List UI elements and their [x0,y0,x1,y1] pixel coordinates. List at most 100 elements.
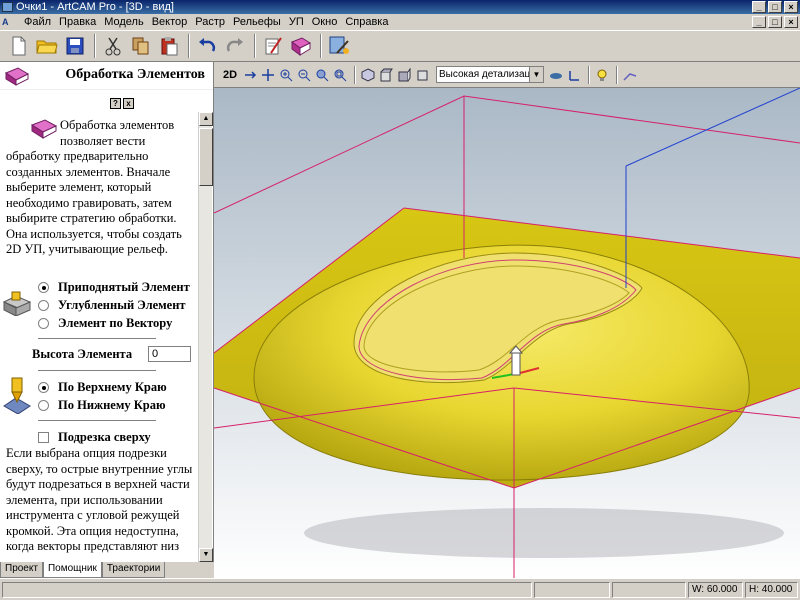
view-front-icon[interactable] [396,66,412,84]
zoom-out-icon[interactable] [296,66,312,84]
menu-file[interactable]: Файл [20,16,55,28]
close-panel-button[interactable]: x [123,98,134,109]
maximize-button[interactable]: □ [768,1,782,13]
option-bottom-edge[interactable]: По Нижнему Краю [38,398,166,413]
detail-level-select[interactable]: Высокая детализация ▼ [436,66,544,83]
view-2d-button[interactable]: 2D [220,66,240,84]
radio-recessed[interactable] [38,300,49,311]
menu-edit[interactable]: Правка [55,16,100,28]
status-bar: W: 60.000 H: 40.000 [0,578,800,600]
rotate-icon[interactable] [242,66,258,84]
relief-shadow [304,508,784,558]
scroll-thumb[interactable] [199,128,213,186]
axes-icon[interactable] [566,66,582,84]
undercut-label: Подрезка сверху [58,430,151,444]
menu-vector[interactable]: Вектор [148,16,192,28]
radio-top-edge[interactable] [38,382,49,393]
menu-model[interactable]: Модель [100,16,147,28]
view-iso-icon[interactable] [360,66,376,84]
option-recessed[interactable]: Углубленный Элемент [38,298,186,313]
panel-book-icon [4,66,30,89]
help-button[interactable]: ? [110,98,121,109]
doc-restore-button[interactable]: □ [768,16,782,28]
menu-bitmap[interactable]: Растр [191,16,229,28]
zoom-fit-icon[interactable] [314,66,330,84]
view-top-icon[interactable] [378,66,394,84]
3d-viewport[interactable] [214,88,800,578]
main-toolbar [0,30,800,62]
cut-icon[interactable] [100,33,126,59]
radio-raised[interactable] [38,282,49,293]
height-label: Высота Элемента [32,347,133,361]
copy-icon[interactable] [128,33,154,59]
toolpath-preview-icon[interactable] [622,66,638,84]
height-row: Высота Элемента [32,347,132,362]
status-pane-1 [534,582,610,598]
assistant-panel: Обработка Элементов Обработка элементов … [0,62,214,578]
raised-element-icon [2,290,32,320]
save-icon[interactable] [62,33,88,59]
shading-icon[interactable] [548,66,564,84]
option-raised[interactable]: Приподнятый Элемент [38,280,190,295]
description-text: Обработка элементов позволяет вести обра… [6,118,196,258]
window-title: Очки1 - ArtCAM Pro - [3D - вид] [16,1,174,13]
option-raised-label: Приподнятый Элемент [58,280,190,294]
chevron-down-icon[interactable]: ▼ [529,67,543,82]
height-input[interactable]: 0 [148,346,191,362]
panel-tabs: Проект Помощник Траектории [0,562,214,578]
tab-assistant[interactable]: Помощник [42,562,102,578]
option-bottom-edge-label: По Нижнему Краю [58,398,166,412]
radio-vector[interactable] [38,318,49,329]
radio-bottom-edge[interactable] [38,400,49,411]
menu-bar: A Файл Правка Модель Вектор Растр Рельеф… [0,14,800,30]
menu-help[interactable]: Справка [341,16,392,28]
detail-level-value: Высокая детализация [439,69,542,80]
tab-toolpaths[interactable]: Траектории [101,562,166,578]
close-button[interactable]: × [784,1,798,13]
doc-minimize-button[interactable]: _ [752,16,766,28]
paste-icon[interactable] [156,33,182,59]
view-side-icon[interactable] [414,66,430,84]
option-top-edge-label: По Верхнему Краю [58,380,167,394]
light-bulb-icon[interactable] [594,66,610,84]
zoom-box-icon[interactable] [332,66,348,84]
divider [38,420,156,422]
option-top-edge[interactable]: По Верхнему Краю [38,380,167,395]
option-vector-label: Элемент по Вектору [58,316,173,330]
doc-close-button[interactable]: × [784,16,798,28]
status-height: H: 40.000 [745,582,798,598]
menu-toolpaths[interactable]: УП [285,16,308,28]
title-bar: Очки1 - ArtCAM Pro - [3D - вид] _ □ × [0,0,800,14]
option-undercut[interactable]: Подрезка сверху [38,430,151,445]
book-icon[interactable] [288,33,314,59]
scroll-down-icon[interactable]: ▼ [199,548,213,562]
description-book-icon [30,119,58,139]
zoom-in-icon[interactable] [278,66,294,84]
panel-scrollbar[interactable]: ▲ ▼ [198,112,213,562]
option-vector[interactable]: Элемент по Вектору [38,316,172,331]
view-toolbar: 2D Высокая детализация ▼ [214,62,800,88]
edit-notes-icon[interactable] [260,33,286,59]
open-folder-icon[interactable] [34,33,60,59]
panel-header: Обработка Элементов [0,62,213,90]
undo-icon[interactable] [194,33,220,59]
option-recessed-label: Углубленный Элемент [58,298,186,312]
pan-icon[interactable] [260,66,276,84]
redo-icon[interactable] [222,33,248,59]
tab-project[interactable]: Проект [0,562,43,578]
new-file-icon[interactable] [6,33,32,59]
app-icon [2,2,13,12]
wizard-icon[interactable] [326,33,352,59]
artcam-logo-icon[interactable]: A [2,15,16,29]
tool-edge-icon [2,376,32,418]
status-width: W: 60.000 [688,582,743,598]
menu-window[interactable]: Окно [308,16,342,28]
checkbox-undercut[interactable] [38,432,49,443]
divider [38,338,156,340]
minimize-button[interactable]: _ [752,1,766,13]
undercut-description: Если выбрана опция подрезки сверху, то о… [6,446,193,553]
panel-title: Обработка Элементов [65,67,205,82]
scroll-up-icon[interactable]: ▲ [199,112,213,126]
status-pane-2 [612,582,686,598]
menu-reliefs[interactable]: Рельефы [229,16,285,28]
